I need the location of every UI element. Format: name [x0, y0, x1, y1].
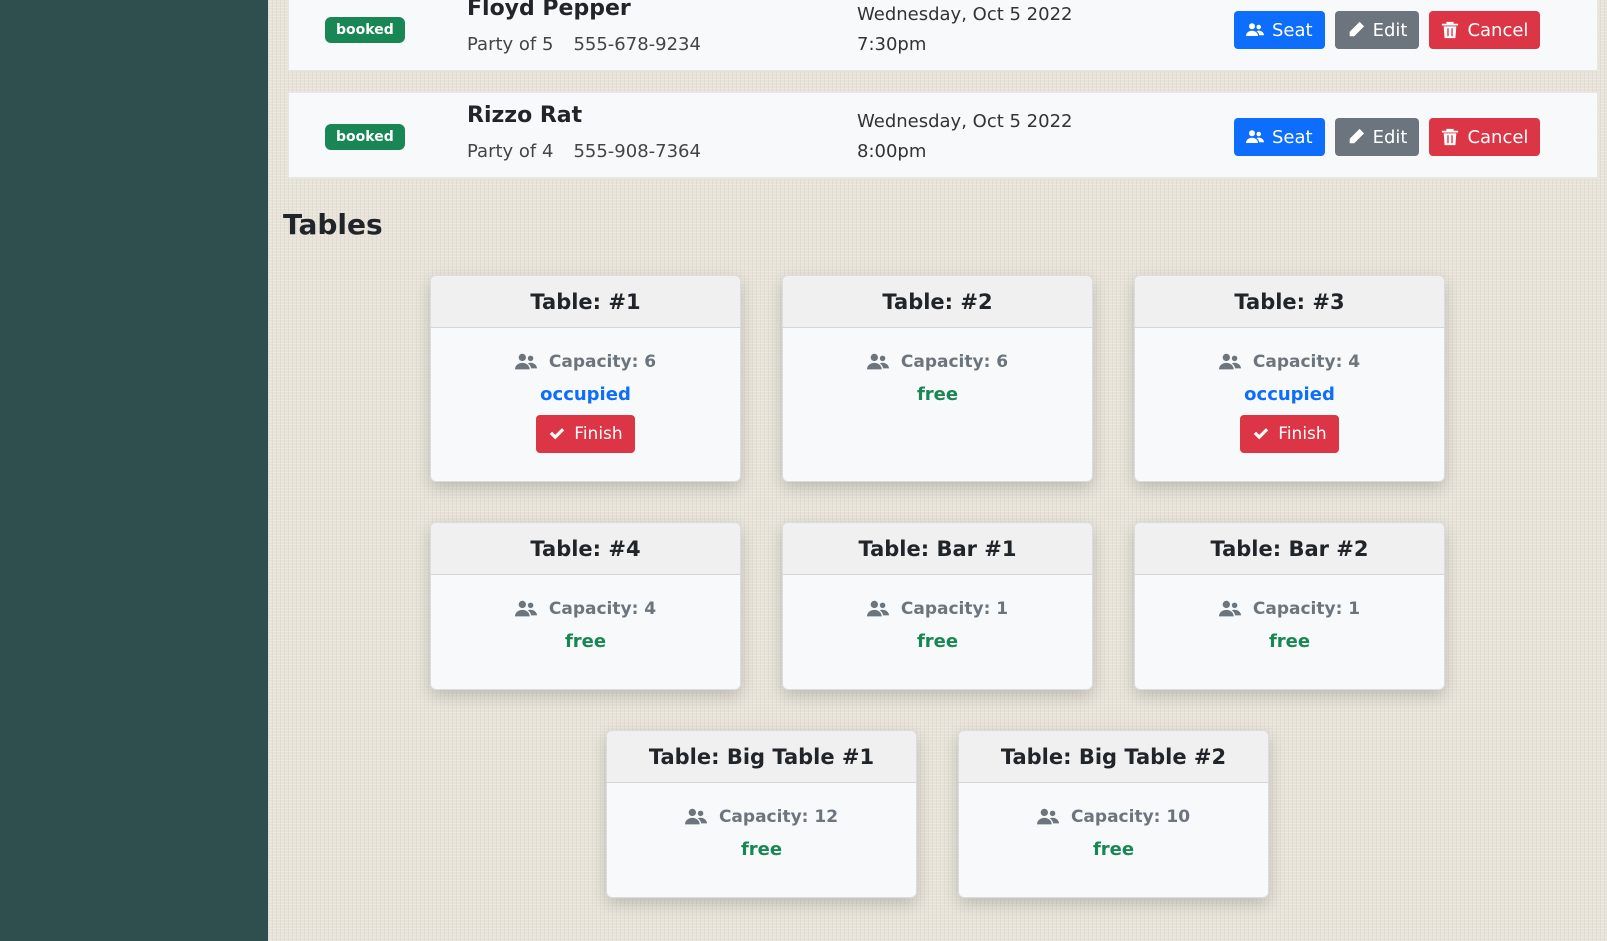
table-status: free: [564, 631, 607, 652]
users-icon: [1218, 600, 1241, 617]
tables-heading: Tables: [283, 208, 383, 241]
status-badge: booked: [325, 17, 405, 43]
check-icon: [1254, 428, 1269, 440]
phone-number: 555-908-7364: [573, 141, 701, 162]
cancel-button-label: Cancel: [1467, 126, 1529, 148]
reservation-date: Wednesday, Oct 5 2022: [857, 4, 1073, 25]
table-title: Table: Bar #1: [783, 523, 1092, 575]
table-capacity: Capacity: 6: [783, 352, 1092, 372]
table-card: Table: #2 Capacity: 6 free: [782, 275, 1093, 482]
reservation-card: booked Rizzo Rat Party of 4 555-908-7364 …: [288, 92, 1598, 178]
edit-button[interactable]: Edit: [1334, 11, 1420, 49]
edit-button[interactable]: Edit: [1334, 118, 1420, 156]
finish-button-label: Finish: [574, 424, 623, 444]
table-capacity: Capacity: 4: [1135, 352, 1444, 372]
capacity-label: Capacity: 1: [900, 599, 1009, 619]
table-card: Table: Bar #2 Capacity: 1 free: [1134, 522, 1445, 690]
users-icon: [684, 808, 707, 825]
capacity-label: Capacity: 1: [1252, 599, 1361, 619]
table-card: Table: Big Table #1 Capacity: 12 free: [606, 730, 917, 898]
cancel-button-label: Cancel: [1467, 19, 1529, 41]
table-title: Table: #2: [783, 276, 1092, 328]
table-card: Table: Bar #1 Capacity: 1 free: [782, 522, 1093, 690]
reservation-card: booked Floyd Pepper Party of 5 555-678-92…: [288, 0, 1598, 71]
capacity-label: Capacity: 12: [718, 807, 839, 827]
table-status: occupied: [1244, 384, 1335, 405]
users-icon: [866, 353, 889, 370]
table-card: Table: #4 Capacity: 4 free: [430, 522, 741, 690]
trash-icon: [1442, 21, 1459, 39]
finish-button-label: Finish: [1278, 424, 1327, 444]
users-icon: [1246, 23, 1264, 36]
party-size: Party of 4: [467, 141, 554, 162]
table-status: free: [1268, 631, 1311, 652]
reservation-name: Rizzo Rat: [467, 103, 583, 128]
party-size: Party of 5: [467, 34, 554, 55]
capacity-label: Capacity: 10: [1070, 807, 1191, 827]
seat-button-label: Seat: [1272, 126, 1313, 148]
table-title: Table: Bar #2: [1135, 523, 1444, 575]
edit-button-label: Edit: [1372, 126, 1408, 148]
table-status: free: [740, 839, 783, 860]
users-icon: [514, 600, 537, 617]
reservation-datetime: Wednesday, Oct 5 2022 8:00pm: [857, 107, 1072, 167]
capacity-label: Capacity: 6: [900, 352, 1009, 372]
table-capacity: Capacity: 1: [783, 599, 1092, 619]
table-status: free: [916, 384, 959, 405]
users-icon: [514, 353, 537, 370]
check-icon: [550, 428, 565, 440]
table-capacity: Capacity: 1: [1135, 599, 1444, 619]
table-title: Table: #1: [431, 276, 740, 328]
seat-button[interactable]: Seat: [1234, 118, 1325, 156]
table-capacity: Capacity: 12: [607, 807, 916, 827]
reservation-details: Party of 5 555-678-9234: [467, 34, 701, 55]
status-badge: booked: [325, 124, 405, 150]
table-title: Table: Big Table #2: [959, 731, 1268, 783]
reservation-time: 8:00pm: [857, 141, 927, 162]
users-icon: [1218, 353, 1241, 370]
reservation-datetime: Wednesday, Oct 5 2022 7:30pm: [857, 0, 1072, 60]
capacity-label: Capacity: 6: [548, 352, 657, 372]
cancel-button[interactable]: Cancel: [1429, 11, 1541, 49]
capacity-label: Capacity: 4: [1252, 352, 1361, 372]
table-status: free: [916, 631, 959, 652]
pencil-icon: [1349, 21, 1364, 37]
main-content: booked Floyd Pepper Party of 5 555-678-92…: [268, 0, 1607, 941]
table-capacity: Capacity: 10: [959, 807, 1268, 827]
users-icon: [1036, 808, 1059, 825]
cancel-button[interactable]: Cancel: [1429, 118, 1541, 156]
reservation-details: Party of 4 555-908-7364: [467, 141, 701, 162]
table-card: Table: #1 Capacity: 6 occupied Finish: [430, 275, 741, 482]
pencil-icon: [1349, 128, 1364, 144]
table-status: occupied: [540, 384, 631, 405]
reservation-actions: Seat Edit Cancel: [1234, 118, 1541, 156]
table-title: Table: Big Table #1: [607, 731, 916, 783]
edit-button-label: Edit: [1372, 19, 1408, 41]
trash-icon: [1442, 128, 1459, 146]
reservation-date: Wednesday, Oct 5 2022: [857, 111, 1073, 132]
table-capacity: Capacity: 4: [431, 599, 740, 619]
phone-number: 555-678-9234: [573, 34, 701, 55]
finish-button[interactable]: Finish: [1240, 415, 1339, 453]
users-icon: [866, 600, 889, 617]
reservation-time: 7:30pm: [857, 34, 927, 55]
finish-button[interactable]: Finish: [536, 415, 635, 453]
table-title: Table: #3: [1135, 276, 1444, 328]
table-capacity: Capacity: 6: [431, 352, 740, 372]
capacity-label: Capacity: 4: [548, 599, 657, 619]
table-card: Table: #3 Capacity: 4 occupied Finish: [1134, 275, 1445, 482]
seat-button-label: Seat: [1272, 19, 1313, 41]
seat-button[interactable]: Seat: [1234, 11, 1325, 49]
table-card: Table: Big Table #2 Capacity: 10 free: [958, 730, 1269, 898]
table-status: free: [1092, 839, 1135, 860]
reservation-actions: Seat Edit Cancel: [1234, 11, 1541, 49]
users-icon: [1246, 130, 1264, 143]
table-title: Table: #4: [431, 523, 740, 575]
sidebar: [0, 0, 268, 941]
reservation-name: Floyd Pepper: [467, 0, 631, 21]
